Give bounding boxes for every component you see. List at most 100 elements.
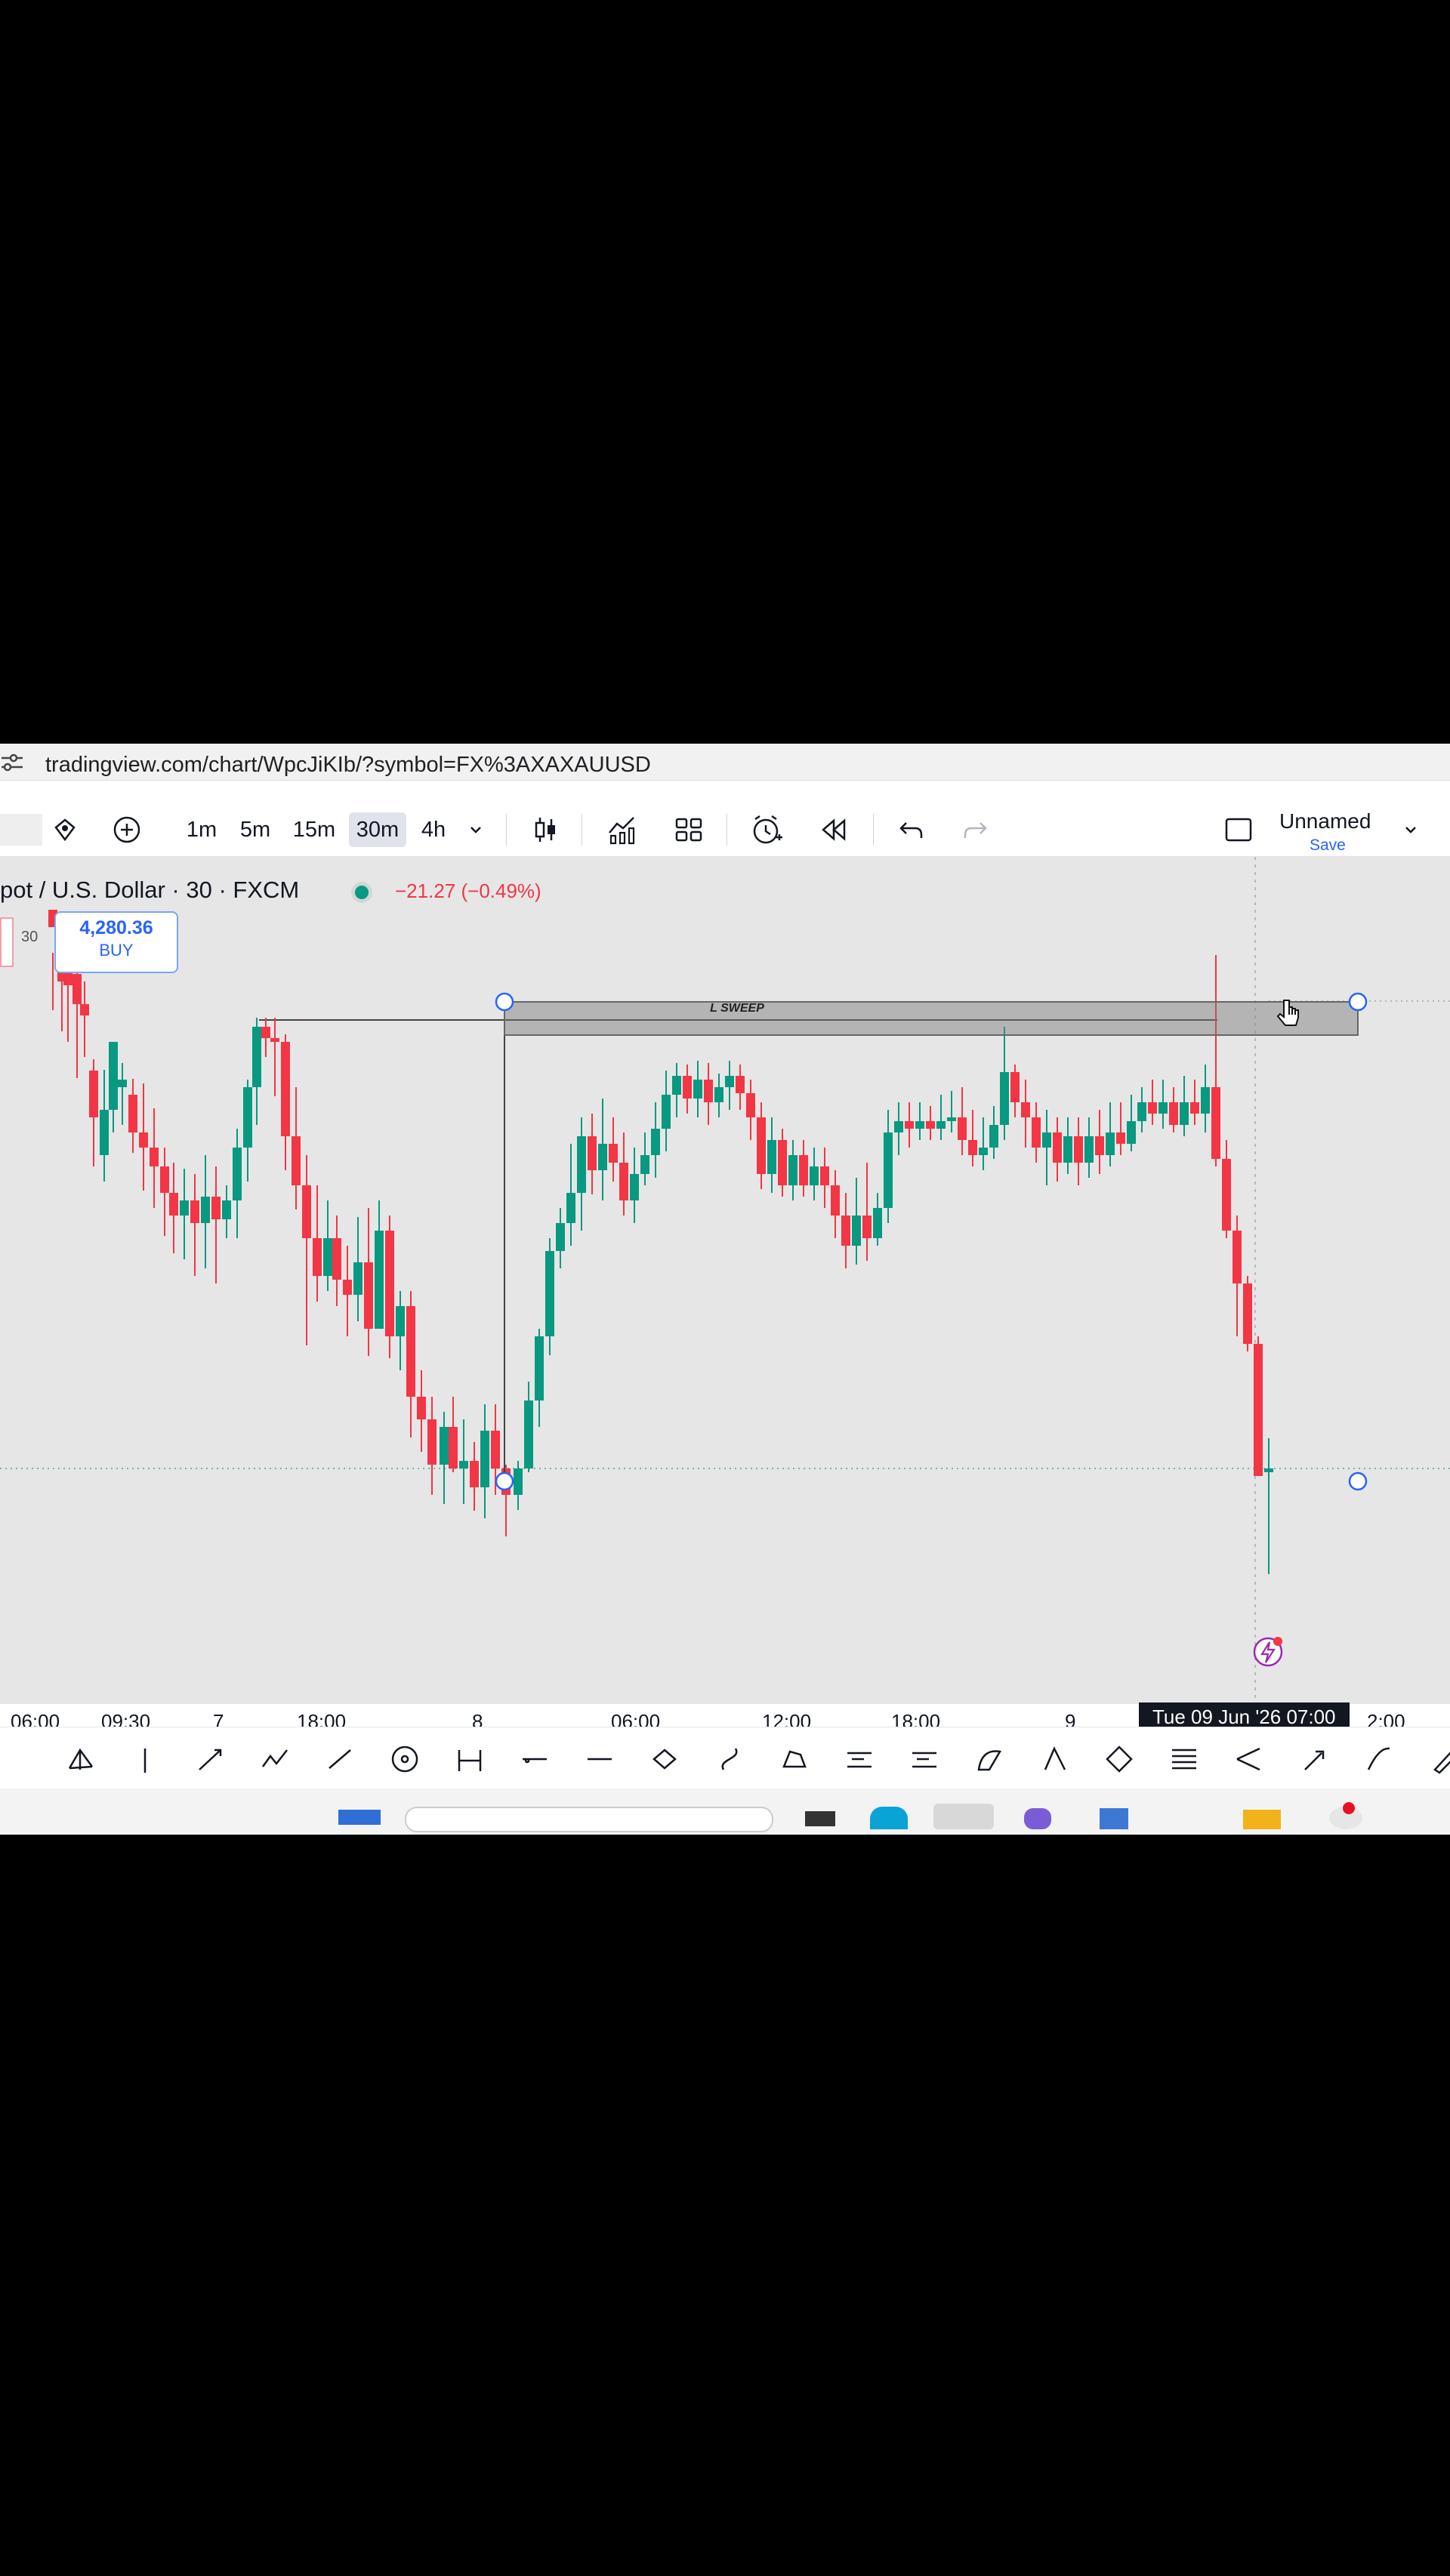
- drawing-toolbar: [0, 1727, 1450, 1789]
- checkbox-icon[interactable]: [1219, 812, 1258, 847]
- candle-body: [683, 1076, 692, 1098]
- drawing-handle[interactable]: [1348, 1471, 1368, 1491]
- mail-icon[interactable]: [1100, 1808, 1128, 1829]
- candle-body: [1211, 1087, 1220, 1159]
- candle-body: [332, 1238, 341, 1280]
- parallel-channel-icon-glyph: [1172, 1749, 1196, 1770]
- lightning-icon[interactable]: [1251, 1635, 1285, 1669]
- candle-body: [169, 1193, 178, 1216]
- candle-body: [261, 1027, 270, 1038]
- address-bar[interactable]: tradingview.com/chart/WpcJiKIb/?symbol=F…: [0, 744, 1450, 781]
- diamond-icon[interactable]: [50, 812, 80, 847]
- candle-body: [323, 1238, 332, 1276]
- layout-save-link[interactable]: Save: [1310, 837, 1346, 855]
- triangle-icon-glyph: [1044, 1746, 1066, 1770]
- candlestick-plot[interactable]: L SWEEP: [0, 857, 1450, 1704]
- candle-body: [862, 1216, 872, 1238]
- candle-body: [160, 1166, 169, 1193]
- compare-add-icon[interactable]: [109, 812, 145, 847]
- drawing-handle[interactable]: [1348, 992, 1368, 1012]
- path-icon[interactable]: [261, 1749, 288, 1767]
- sell-button-stub[interactable]: [0, 917, 14, 967]
- fan-icon[interactable]: [1236, 1747, 1260, 1771]
- ellipse-icon[interactable]: [652, 1749, 677, 1770]
- candle-body: [989, 1125, 998, 1148]
- candle-body: [915, 1121, 924, 1129]
- candle-body: [1264, 1468, 1273, 1472]
- task-view-icon[interactable]: [805, 1811, 835, 1826]
- brush-icon[interactable]: [1367, 1747, 1390, 1770]
- symbol-search-stub[interactable]: [0, 814, 42, 846]
- chrome-icon[interactable]: [933, 1804, 994, 1829]
- taskbar-search-input[interactable]: [405, 1807, 773, 1832]
- symbol-change: −21.27 (−0.49%): [395, 880, 541, 902]
- short-position-icon[interactable]: [912, 1752, 936, 1768]
- replay-icon[interactable]: [814, 812, 853, 847]
- candle-body: [640, 1155, 649, 1174]
- rotated-rectangle-icon[interactable]: [1106, 1746, 1133, 1773]
- interval-1m[interactable]: 1m: [180, 812, 224, 847]
- indicators-icon[interactable]: [603, 812, 642, 847]
- horizontal-ray-icon[interactable]: [523, 1758, 547, 1764]
- highlighter-icon-glyph: [1433, 1752, 1450, 1774]
- folder-icon[interactable]: [1243, 1810, 1281, 1829]
- arrow-icon[interactable]: [199, 1749, 222, 1770]
- pitchfork-icon[interactable]: [68, 1748, 94, 1770]
- candle-body: [1137, 1102, 1146, 1121]
- triangle-icon[interactable]: [1044, 1746, 1066, 1770]
- symbol-title[interactable]: pot / U.S. Dollar · 30 · FXCM: [0, 877, 299, 904]
- candle-body: [852, 1216, 861, 1246]
- candle-body: [1116, 1132, 1125, 1144]
- candle-body: [243, 1087, 252, 1148]
- candle-body: [150, 1148, 159, 1166]
- candle-body: [514, 1468, 523, 1495]
- candles-icon[interactable]: [526, 812, 565, 847]
- url-text[interactable]: tradingview.com/chart/WpcJiKIb/?symbol=F…: [45, 753, 651, 778]
- candle-body: [841, 1216, 850, 1246]
- candle-body: [1042, 1132, 1051, 1148]
- candle-body: [810, 1166, 819, 1185]
- candle-body: [190, 1200, 199, 1223]
- chevron-down-icon[interactable]: [461, 812, 491, 847]
- chart-pane[interactable]: L SWEEP pot / U.S. Dollar · 30 · FXCM −2…: [0, 857, 1450, 1704]
- drawing-handle[interactable]: [495, 1471, 514, 1491]
- candle-body: [598, 1144, 607, 1170]
- interval-30m[interactable]: 30m: [349, 812, 406, 847]
- polyline-icon[interactable]: [782, 1750, 807, 1768]
- parallel-channel-icon[interactable]: [1172, 1749, 1196, 1770]
- vertical-line-icon[interactable]: [143, 1749, 147, 1773]
- site-settings-icon[interactable]: [0, 753, 26, 772]
- buy-button[interactable]: 4,280.36 BUY: [54, 911, 178, 973]
- candle-body: [1053, 1132, 1062, 1163]
- trend-line-icon[interactable]: [329, 1749, 351, 1769]
- alert-clock-icon[interactable]: [748, 812, 787, 847]
- interval-4h[interactable]: 4h: [414, 812, 453, 847]
- arrow-marker-icon[interactable]: [1304, 1750, 1325, 1770]
- circle-icon[interactable]: [391, 1746, 418, 1773]
- candle-body: [566, 1193, 575, 1223]
- candle-body: [385, 1231, 394, 1336]
- candle-body: [281, 1042, 290, 1136]
- candle-body: [252, 1027, 261, 1087]
- arc-icon[interactable]: [977, 1750, 1001, 1771]
- undo-icon[interactable]: [891, 812, 930, 847]
- market-status-dot[interactable]: [355, 886, 369, 899]
- highlighter-icon[interactable]: [1433, 1752, 1450, 1774]
- date-range-icon[interactable]: [458, 1750, 482, 1771]
- chevron-down-icon[interactable]: [1397, 812, 1424, 847]
- candle-body: [619, 1163, 628, 1200]
- teams-icon[interactable]: [1024, 1808, 1051, 1829]
- curve-icon[interactable]: [721, 1748, 738, 1770]
- candle-body: [1254, 1344, 1263, 1476]
- redo-icon[interactable]: [956, 812, 995, 847]
- candle-body: [364, 1262, 373, 1329]
- drawing-handle[interactable]: [495, 992, 514, 1012]
- interval-15m[interactable]: 15m: [287, 812, 341, 847]
- edge-icon[interactable]: [870, 1807, 908, 1829]
- interval-5m[interactable]: 5m: [231, 812, 279, 847]
- long-position-icon[interactable]: [847, 1752, 872, 1768]
- layout-grid-icon[interactable]: [669, 812, 708, 847]
- windows-start-icon[interactable]: [338, 1810, 381, 1825]
- path-icon-glyph: [261, 1749, 288, 1767]
- layout-name[interactable]: Unnamed: [1279, 809, 1371, 834]
